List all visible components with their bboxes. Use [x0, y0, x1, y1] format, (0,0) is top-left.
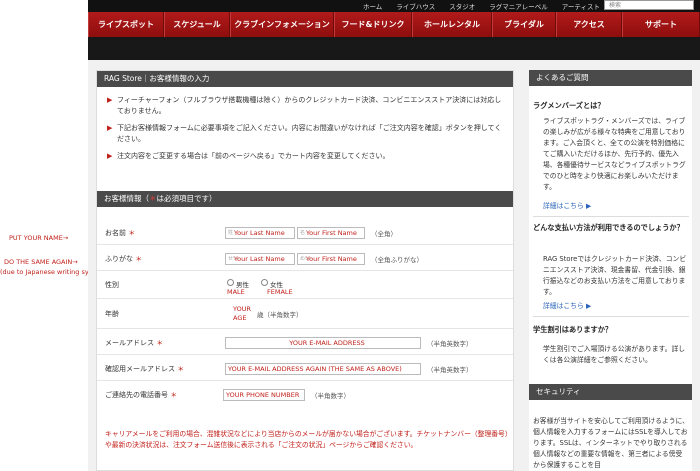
male-radio[interactable] [227, 279, 234, 286]
note-item: ▶ 注文内容をご変更する場合は「前のページへ戻る」でカート内容を変更してください。 [107, 152, 390, 160]
phone-label: ご連絡先の電話番号 ＊ [105, 391, 178, 399]
age-input[interactable]: YOUR AGE [233, 305, 255, 325]
nav-item-bridal[interactable]: ブライダル [492, 12, 556, 37]
nav-item-food-drink[interactable]: フード&ドリンク [334, 12, 412, 37]
email-label: メールアドレス ＊ [105, 339, 164, 347]
arrow-right-icon: ▶ [107, 152, 113, 160]
faq-question-payment: どんな支払い方法が利用できるのでしょうか？ [533, 223, 684, 232]
nav-item-support[interactable]: サポート [622, 12, 700, 37]
top-link-livehouse[interactable]: ライブハウス [396, 1, 435, 11]
kana-last-input[interactable]: せい Your Last Name [225, 253, 295, 265]
phone-hint: （半角数字） [311, 392, 350, 400]
faq-divider [533, 216, 689, 217]
search-input[interactable]: 検索 [604, 0, 694, 10]
note-item: ▶ 下記お客様情報フォームに必要事項をご記入ください。内容にお間違いがなければ「ご… [107, 124, 502, 143]
notes-list: ▶ フィーチャーフォン（フルブラウザ搭載機種は除く）からのクレジットカード決済、コ… [97, 87, 513, 172]
phone-input[interactable]: YOUR PHONE NUMBER [223, 389, 305, 401]
faq-answer-student: 学生割引でご入場頂ける公演があります。詳しくは各公演詳細をご参照ください。 [543, 345, 686, 364]
kana-row: ふりがな ＊ せい Your Last Name めい Your First Nam… [97, 245, 513, 271]
required-mark: ＊ [149, 194, 157, 203]
email-confirm-hint: （半角英数字） [427, 366, 473, 374]
top-bar: ホーム ライブハウス スタジオ ラグマニアレーベル アーティスト 検索 [88, 0, 700, 12]
main-nav: ライブスポット スケジュール クラブインフォメーション フード&ドリンク ホール… [88, 12, 700, 37]
customer-info-header: お客様情報（＊は必須項目です） [97, 191, 513, 207]
first-name-input[interactable]: 名 Your First Name [297, 227, 365, 239]
order-form-panel: RAG Store｜お客様情報の入力 ▶ フィーチャーフォン（フルブラウザ搭載機種… [96, 70, 514, 471]
annotation-same-again: DO THE SAME AGAIN→ [4, 258, 78, 266]
faq-header: よくあるご質問 [529, 70, 692, 86]
faq-question-student: 学生割引はありますか？ [533, 325, 613, 334]
email-confirm-label: 確認用メールアドレス ＊ [105, 365, 185, 373]
sidebar: よくあるご質問 ラグメンバーズとは？ ライブスポットラグ・メンバーズでは、ライブ… [529, 70, 692, 471]
male-label-en: MALE [227, 288, 245, 296]
nav-item-livespot[interactable]: ライブスポット [88, 12, 164, 37]
more-link-members[interactable]: 詳細はこちら ▶ [543, 200, 591, 210]
kana-first-input[interactable]: めい Your First Name [297, 253, 365, 265]
female-label-en: FEMALE [267, 288, 293, 296]
kana-label: ふりがな ＊ [105, 255, 143, 263]
security-header: セキュリティ [529, 384, 692, 400]
email-input[interactable]: YOUR E-MAIL ADDRESS [225, 337, 421, 349]
age-label: 年齢 [105, 310, 119, 318]
email-confirm-input[interactable]: YOUR E-MAIL ADDRESS AGAIN (THE SAME AS A… [225, 363, 421, 375]
name-row: お名前 ＊ 姓 Your Last Name 名 Your First Name （… [97, 219, 513, 245]
faq-divider [533, 316, 689, 317]
name-hint: （全角） [371, 230, 397, 238]
faq-answer-payment: RAG Storeではクレジットカード決済、コンビニエンスストア決済、現金書留、… [543, 255, 687, 296]
email-hint: （半角英数字） [427, 340, 473, 348]
top-link-label[interactable]: ラグマニアレーベル [489, 1, 548, 11]
last-name-input[interactable]: 姓 Your Last Name [225, 227, 295, 239]
note-item: ▶ フィーチャーフォン（フルブラウザ搭載機種は除く）からのクレジットカード決済、コ… [107, 96, 502, 115]
arrow-right-icon: ▶ [107, 96, 113, 104]
age-row: 年齢 YOUR AGE 歳（半角数字） [97, 299, 513, 329]
arrow-right-icon: ▶ [107, 124, 113, 132]
store-page: ホーム ライブハウス スタジオ ラグマニアレーベル アーティスト 検索 ライブス… [88, 0, 700, 471]
age-unit: 歳（半角数字） [257, 311, 303, 319]
top-links: ホーム ライブハウス スタジオ ラグマニアレーベル アーティスト [363, 0, 600, 12]
faq-answer-members: ライブスポットラグ・メンバーズでは、ライブの楽しみが広がる様々な特典をご用意して… [543, 117, 686, 191]
top-link-studio[interactable]: スタジオ [449, 1, 475, 11]
nav-item-hall-rental[interactable]: ホールレンタル [412, 12, 492, 37]
nav-item-access[interactable]: アクセス [556, 12, 622, 37]
annotation-put-name: PUT YOUR NAME→ [9, 234, 69, 242]
header-band [88, 37, 700, 60]
top-link-home[interactable]: ホーム [363, 1, 382, 11]
gender-label: 性別 [105, 281, 119, 289]
phone-row: ご連絡先の電話番号 ＊ YOUR PHONE NUMBER （半角数字） [97, 381, 513, 407]
email-row: メールアドレス ＊ YOUR E-MAIL ADDRESS （半角英数字） [97, 329, 513, 355]
email-confirm-row: 確認用メールアドレス ＊ YOUR E-MAIL ADDRESS AGAIN (… [97, 355, 513, 381]
faq-question-members: ラグメンバーズとは？ [533, 101, 605, 110]
security-text: お客様が当サイトを安心してご利用頂けるように、個人情報を入力するフォームにはSS… [533, 417, 689, 469]
carrier-mail-note: キャリアメールをご利用の場合、混雑状況などにより当店からのメールが届かない場合が… [105, 430, 509, 449]
panel-title: RAG Store｜お客様情報の入力 [97, 71, 513, 87]
name-label: お名前 ＊ [105, 229, 136, 237]
nav-item-schedule[interactable]: スケジュール [164, 12, 230, 37]
kana-hint: （全角ふりがな） [371, 256, 423, 264]
gender-row: 性別 男性 MALE 女性 FEMALE [97, 271, 513, 299]
more-link-payment[interactable]: 詳細はこちら ▶ [543, 300, 591, 310]
female-radio[interactable] [261, 279, 268, 286]
nav-item-club-info[interactable]: クラブインフォメーション [230, 12, 334, 37]
top-link-artist[interactable]: アーティスト [562, 1, 600, 11]
annotation-gutter: PUT YOUR NAME→ DO THE SAME AGAIN→ (due t… [0, 0, 108, 471]
